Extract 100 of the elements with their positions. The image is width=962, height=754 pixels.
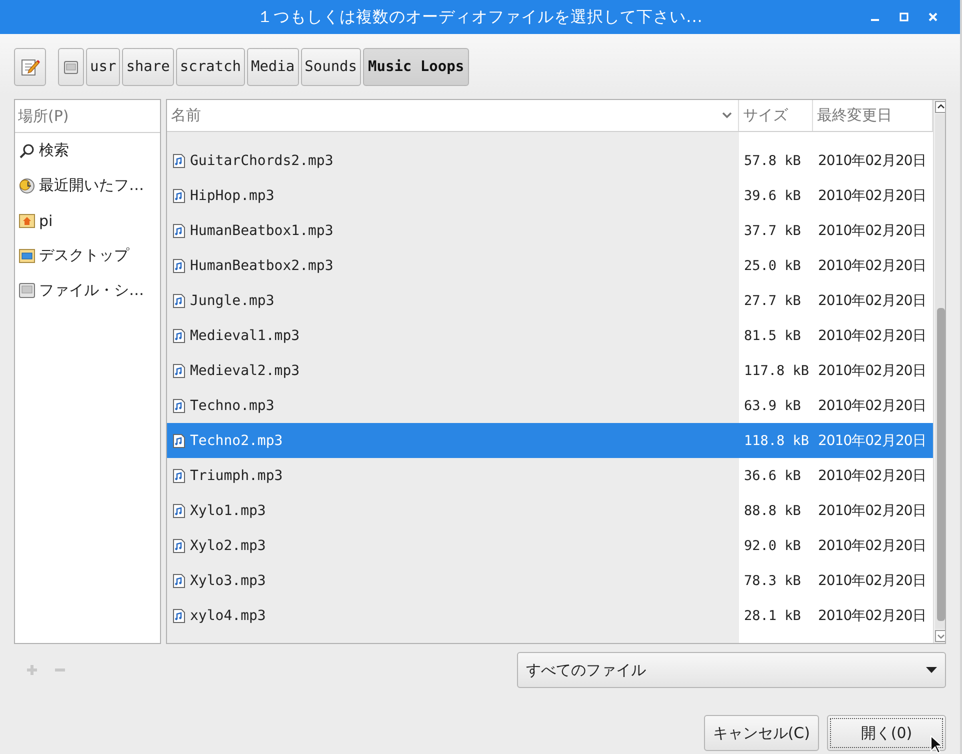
path-button[interactable]: Music Loops — [363, 48, 470, 86]
file-row[interactable]: Xylo2.mp3 92.0 kB 2010年02月20日 — [167, 528, 933, 563]
path-button[interactable]: usr — [86, 48, 120, 86]
cancel-button[interactable]: キャンセル(C) — [704, 715, 819, 751]
modified-date: 2010年02月20日 — [817, 222, 927, 240]
file-name: HumanBeatbox2.mp3 — [190, 258, 334, 274]
file-row[interactable]: HumanBeatbox2.mp3 25.0 kB 2010年02月20日 — [167, 248, 933, 283]
file-row[interactable]: Medieval1.mp3 81.5 kB 2010年02月20日 — [167, 318, 933, 353]
open-button[interactable]: 開く(0) — [827, 715, 946, 751]
file-size: 78.3 kB — [743, 572, 802, 588]
root-drive-button[interactable] — [58, 48, 84, 86]
file-row[interactable]: Jungle.mp3 27.7 kB 2010年02月20日 — [167, 283, 933, 318]
audio-file-icon — [173, 258, 185, 272]
audio-file-icon — [173, 154, 185, 168]
window-title: １つもしくは複数のオーディオファイルを選択して下さい... — [257, 6, 703, 28]
place-item[interactable]: 検索 — [15, 133, 160, 168]
file-type-dropdown[interactable]: すべてのファイル — [517, 652, 946, 688]
column-header[interactable]: 名前 — [167, 100, 739, 131]
file-row[interactable]: Xylo3.mp3 78.3 kB 2010年02月20日 — [167, 563, 933, 598]
file-size: 37.7 kB — [743, 222, 802, 238]
path-button[interactable]: Sounds — [300, 48, 362, 86]
column-header[interactable]: サイズ — [739, 100, 813, 131]
file-row[interactable]: Techno.mp3 63.9 kB 2010年02月20日 — [167, 388, 933, 423]
modified-date: 2010年02月20日 — [817, 186, 927, 204]
path-button[interactable]: scratch — [176, 48, 245, 86]
place-item[interactable]: デスクトップ — [15, 238, 160, 273]
modified-date: 2010年02月20日 — [817, 326, 927, 344]
file-size: 81.5 kB — [743, 328, 802, 344]
place-item[interactable]: ファイル・シ… — [15, 273, 160, 308]
audio-file-icon — [173, 188, 185, 202]
audio-file-icon — [173, 574, 185, 588]
file-size: 27.7 kB — [743, 292, 802, 308]
modified-date: 2010年02月20日 — [817, 396, 927, 414]
audio-file-icon — [173, 398, 185, 412]
modified-date: 2010年02月20日 — [817, 502, 927, 520]
drive-icon — [19, 283, 35, 298]
file-row[interactable]: Triumph.mp3 36.6 kB 2010年02月20日 — [167, 458, 933, 493]
path-button[interactable]: share — [122, 48, 174, 86]
audio-file-icon — [173, 328, 185, 342]
file-row[interactable]: Techno2.mp3 118.8 kB 2010年02月20日 — [167, 423, 933, 458]
file-size: 28.1 kB — [743, 608, 802, 624]
file-size: 25.0 kB — [743, 258, 802, 274]
audio-file-icon — [173, 294, 185, 308]
audio-file-icon — [173, 608, 185, 622]
file-name: Medieval1.mp3 — [190, 328, 300, 344]
file-size: 117.8 kB — [743, 362, 810, 378]
file-name: Xylo2.mp3 — [190, 538, 266, 554]
modified-date: 2010年02月20日 — [817, 362, 927, 380]
file-row[interactable]: HumanBeatbox1.mp3 37.7 kB 2010年02月20日 — [167, 213, 933, 248]
file-name: Techno.mp3 — [190, 398, 274, 414]
modified-date: 2010年02月20日 — [817, 606, 927, 624]
scroll-down-icon[interactable] — [934, 630, 945, 642]
path-button[interactable]: Media — [246, 48, 299, 86]
file-size: 39.6 kB — [743, 188, 802, 204]
file-row[interactable]: Xylo1.mp3 88.8 kB 2010年02月20日 — [167, 493, 933, 528]
audio-file-icon — [173, 468, 185, 482]
file-row[interactable]: Medieval2.mp3 117.8 kB 2010年02月20日 — [167, 353, 933, 388]
modified-date: 2010年02月20日 — [817, 536, 927, 554]
scroll-up-icon[interactable] — [934, 101, 945, 113]
file-name: Techno2.mp3 — [190, 432, 283, 448]
place-item[interactable]: pi — [15, 203, 160, 238]
file-row[interactable]: GuitarChords2.mp3 57.8 kB 2010年02月20日 — [167, 143, 933, 178]
close-icon[interactable] — [928, 12, 938, 22]
file-name: Xylo3.mp3 — [190, 572, 266, 588]
drive-icon — [64, 60, 78, 74]
desktop-folder-icon — [19, 248, 35, 262]
audio-file-icon — [173, 538, 185, 552]
column-header[interactable]: 場所(P) — [15, 100, 160, 133]
file-size: 88.8 kB — [743, 502, 802, 518]
clock-icon — [19, 178, 35, 194]
file-row[interactable]: xylo4.mp3 28.1 kB 2010年02月20日 — [167, 598, 933, 633]
file-size: 63.9 kB — [743, 398, 802, 414]
maximize-icon[interactable] — [899, 12, 909, 22]
modified-date: 2010年02月20日 — [817, 292, 927, 310]
file-name: HipHop.mp3 — [190, 188, 274, 204]
file-size: 92.0 kB — [743, 538, 802, 554]
file-name: Medieval2.mp3 — [190, 362, 300, 378]
sort-chevron-icon — [722, 112, 732, 119]
file-name: HumanBeatbox1.mp3 — [190, 222, 334, 238]
scrollbar-thumb[interactable] — [936, 308, 944, 621]
search-icon — [19, 142, 35, 158]
place-item[interactable]: 最近開いたフ… — [15, 168, 160, 203]
file-name: Jungle.mp3 — [190, 292, 274, 308]
file-row[interactable]: HipHop.mp3 39.6 kB 2010年02月20日 — [167, 178, 933, 213]
edit-location-button[interactable] — [14, 48, 46, 86]
file-name: Triumph.mp3 — [190, 468, 283, 484]
file-name: Xylo1.mp3 — [190, 502, 266, 518]
dropdown-arrow-icon — [926, 667, 937, 673]
modified-date: 2010年02月20日 — [817, 466, 927, 484]
notepad-pencil-icon — [20, 57, 40, 77]
mouse-pointer-icon — [930, 735, 942, 754]
audio-file-icon — [173, 434, 185, 448]
file-size: 118.8 kB — [743, 432, 810, 448]
audio-file-icon — [173, 504, 185, 518]
modified-date: 2010年02月20日 — [817, 432, 927, 450]
home-folder-icon — [19, 213, 35, 228]
file-size: 57.8 kB — [743, 152, 802, 168]
file-name: GuitarChords2.mp3 — [190, 152, 334, 168]
file-name: xylo4.mp3 — [190, 608, 266, 624]
file-size: 36.6 kB — [743, 468, 802, 484]
